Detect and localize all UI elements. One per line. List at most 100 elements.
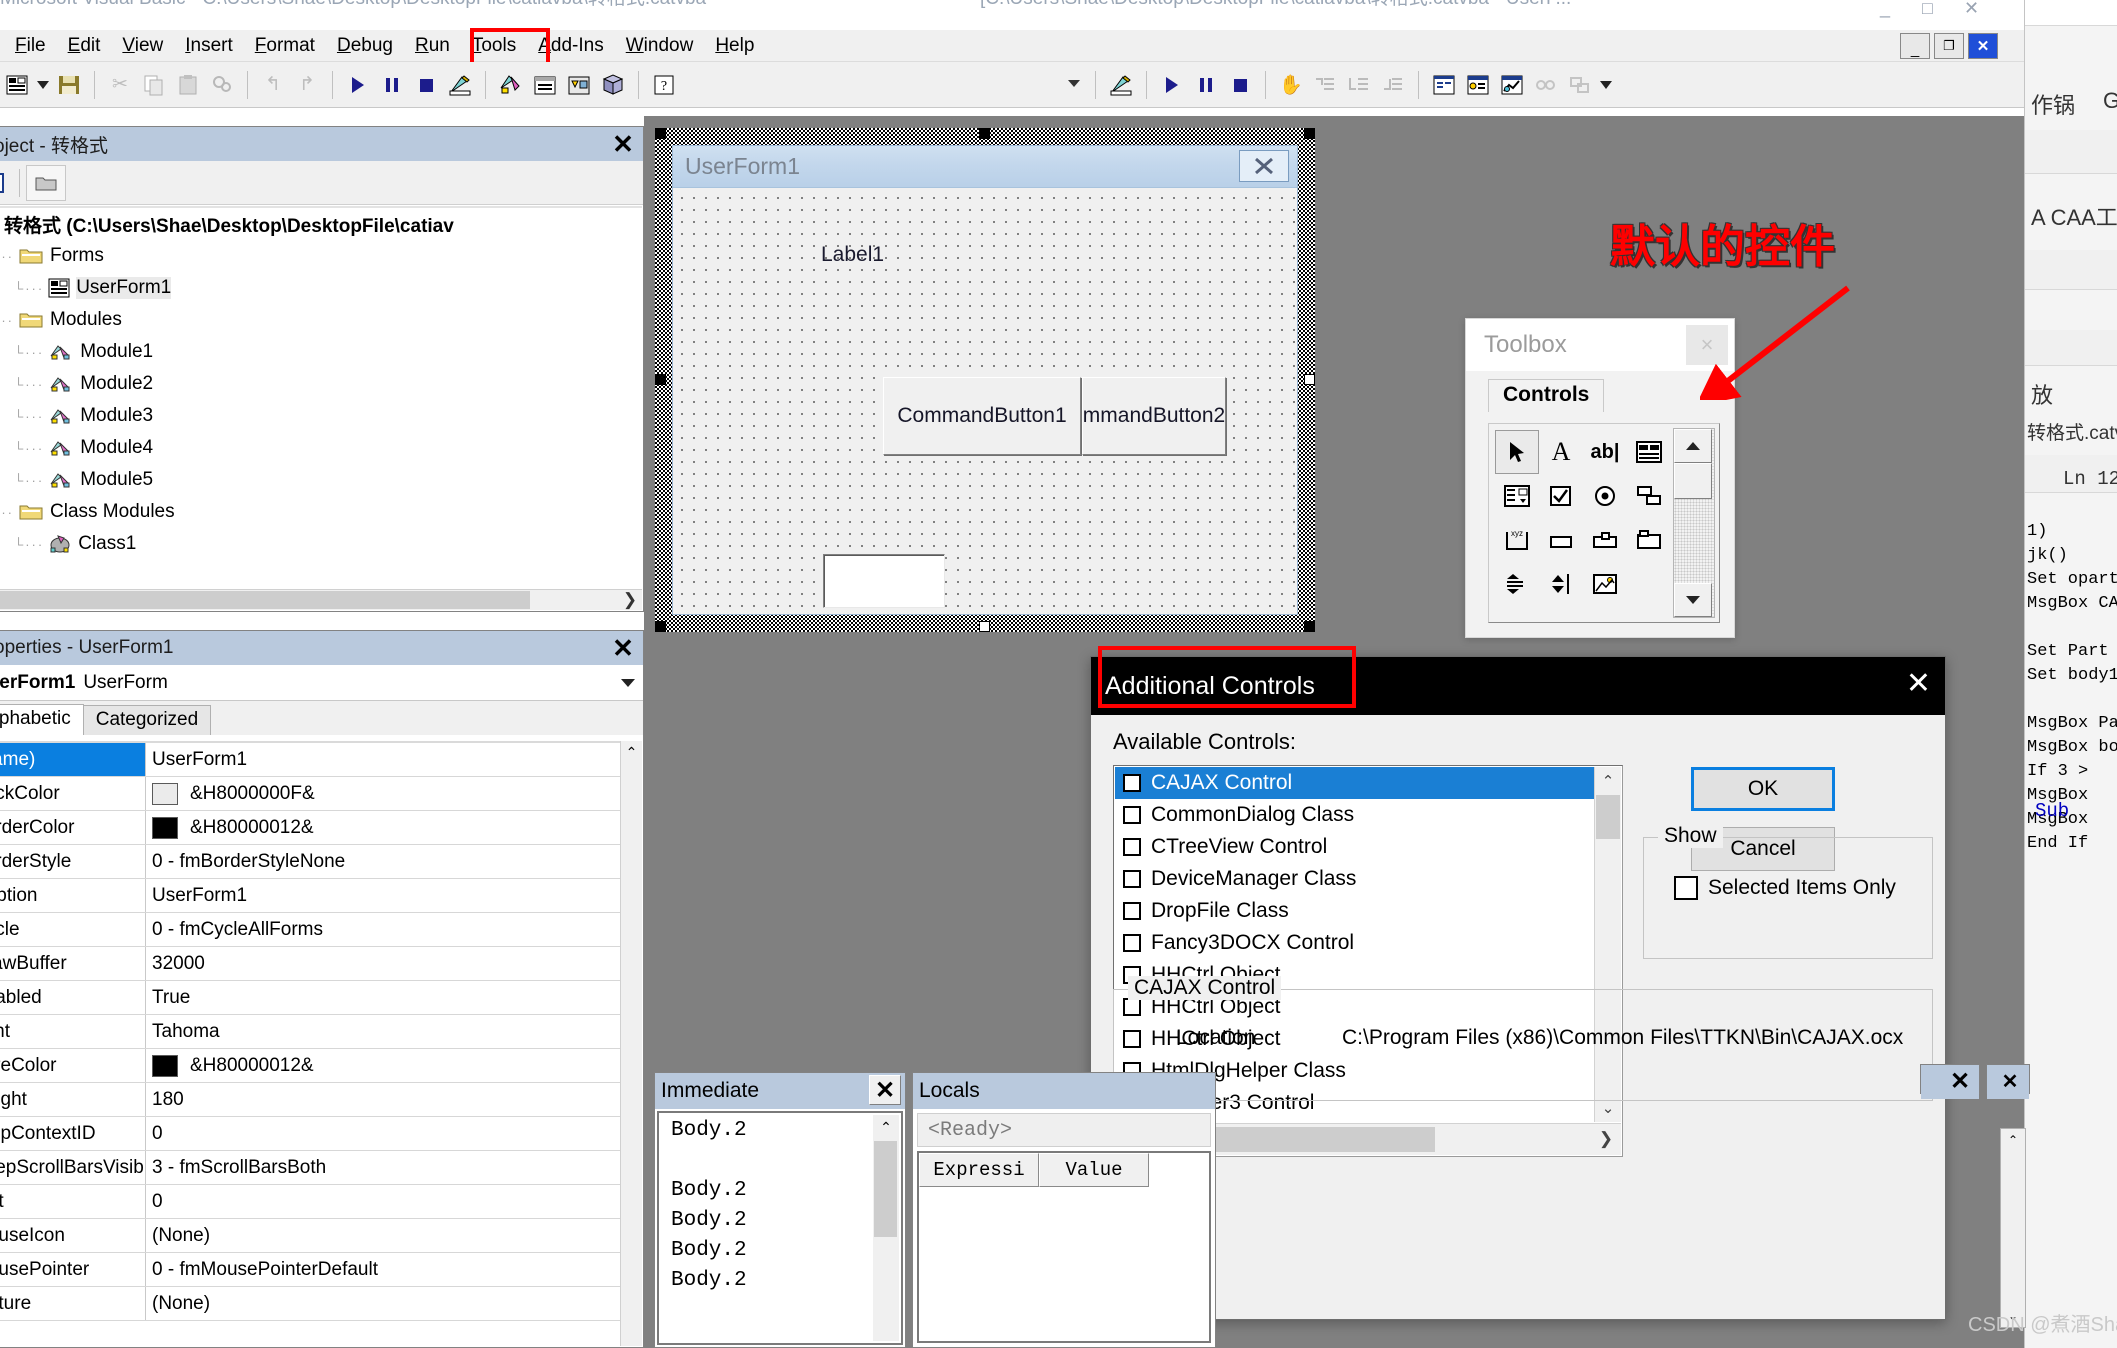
find-icon[interactable] xyxy=(205,69,239,101)
menu-item-file[interactable]: File xyxy=(4,33,57,59)
checkbox-icon[interactable] xyxy=(1674,876,1698,900)
menu-item-insert[interactable]: Insert xyxy=(174,33,244,59)
available-control-item[interactable]: DeviceManager Class xyxy=(1115,863,1594,895)
frame-icon[interactable]: xyz xyxy=(1495,518,1539,562)
project-root-node[interactable]: 转格式 (C:\Users\Shae\Desktop\DesktopFile\c… xyxy=(0,208,642,240)
commandbutton1-control[interactable]: CommandButton1 xyxy=(883,377,1081,455)
tab-categorized[interactable]: Categorized xyxy=(82,705,212,735)
design-mode-icon[interactable] xyxy=(443,69,477,101)
property-row[interactable]: Left 0 xyxy=(0,1185,642,1219)
property-row[interactable]: DrawBuffer 32000 xyxy=(0,947,642,981)
tree-node-module1[interactable]: └··· Module1 xyxy=(0,336,642,368)
listbox-scroll-right-icon[interactable]: ❯ xyxy=(1591,1124,1621,1154)
properties-window-icon[interactable] xyxy=(528,69,562,101)
call-stack-icon[interactable] xyxy=(1563,69,1597,101)
locals-grid[interactable]: Expressi Value xyxy=(917,1151,1211,1343)
image-icon[interactable] xyxy=(1583,562,1627,606)
property-row[interactable]: BackColor&H8000000F& xyxy=(0,777,642,811)
item-checkbox[interactable] xyxy=(1123,870,1141,888)
project-explorer-icon[interactable] xyxy=(494,69,528,101)
commandbutton-icon[interactable] xyxy=(1539,518,1583,562)
textbox-icon[interactable]: ab| xyxy=(1583,430,1627,474)
menu-item-format[interactable]: Format xyxy=(244,33,326,59)
resize-handle-se[interactable] xyxy=(1304,621,1315,632)
select-objects-icon[interactable] xyxy=(1495,430,1539,474)
step-into-icon[interactable] xyxy=(1308,69,1342,101)
tree-node-module4[interactable]: └··· Module4 xyxy=(0,432,642,464)
mdi-minimize-button[interactable]: _ xyxy=(1900,33,1930,59)
resize-handle-sw[interactable] xyxy=(655,621,666,632)
immediate-scroll-up-icon[interactable]: ⌃ xyxy=(873,1115,899,1141)
tree-node-class-modules[interactable]: -···Class Modules xyxy=(0,496,642,528)
hand-icon[interactable]: ✋ xyxy=(1274,69,1308,101)
menu-item-tools[interactable]: Tools xyxy=(461,33,527,59)
item-checkbox[interactable] xyxy=(1123,934,1141,952)
dropdown2-icon[interactable] xyxy=(1597,69,1615,101)
available-control-item[interactable]: CommonDialog Class xyxy=(1115,799,1594,831)
bg-window-fragment-2-close[interactable]: ✕ xyxy=(1995,1067,2025,1095)
maximize-button[interactable]: □ xyxy=(1922,0,1933,19)
optionbutton-icon[interactable] xyxy=(1583,474,1627,518)
property-row[interactable]: Cycle 0 - fmCycleAllForms xyxy=(0,913,642,947)
immediate-vscroll-thumb[interactable] xyxy=(874,1141,897,1237)
immediate-close-button[interactable]: ✕ xyxy=(869,1075,901,1105)
bg-scroll-up-icon[interactable]: ⌃ xyxy=(2003,1131,2023,1149)
undo-icon[interactable]: ↰ xyxy=(256,69,290,101)
mdi-close-button[interactable]: ✕ xyxy=(1968,33,1998,59)
quick-watch-icon[interactable] xyxy=(1529,69,1563,101)
toolbox-icon[interactable] xyxy=(596,69,630,101)
userform-canvas[interactable]: Label1 CommandButton1 mmandButton2 xyxy=(673,189,1297,614)
immediate-vscrollbar[interactable]: ⌃ xyxy=(873,1115,899,1341)
checkbox-icon[interactable] xyxy=(1539,474,1583,518)
property-row[interactable]: Caption UserForm1 xyxy=(0,879,642,913)
property-row[interactable]: (Name) UserForm1 xyxy=(0,743,642,777)
commandbutton2-control[interactable]: mmandButton2 xyxy=(1082,377,1226,455)
tree-node-module3[interactable]: └··· Module3 xyxy=(0,400,642,432)
project-explorer-close-button[interactable]: ✕ xyxy=(609,129,637,159)
tab-alphabetic[interactable]: Alphabetic xyxy=(0,704,84,735)
selected-items-only-checkbox[interactable]: Selected Items Only xyxy=(1674,876,1896,900)
toolbox-scroll-up-icon[interactable] xyxy=(1674,429,1712,463)
toolbox-tab-controls[interactable]: Controls xyxy=(1488,379,1605,412)
available-control-item[interactable]: CTreeView Control xyxy=(1115,831,1594,863)
bg-vscrollbar[interactable]: ⌃ ⌄ xyxy=(2000,1128,2026,1328)
tree-node-class1[interactable]: └··· Class1 xyxy=(0,528,642,560)
close-button[interactable]: ✕ xyxy=(1964,0,1979,19)
project-tree[interactable]: 转格式 (C:\Users\Shae\Desktop\DesktopFile\c… xyxy=(0,206,642,589)
menu-item-debug[interactable]: Debug xyxy=(326,33,404,59)
step-over-icon[interactable] xyxy=(1342,69,1376,101)
run-icon[interactable] xyxy=(341,69,375,101)
userform-close-icon[interactable] xyxy=(1239,150,1289,182)
properties-vscrollbar[interactable]: ⌃ xyxy=(620,741,642,1346)
spinbutton-icon[interactable] xyxy=(1539,562,1583,606)
toggle-folders-icon[interactable] xyxy=(26,164,66,201)
resize-handle-e[interactable] xyxy=(1304,374,1315,385)
property-row[interactable]: BorderColor&H80000012& xyxy=(0,811,642,845)
project-tree-hscrollbar[interactable]: ❯ xyxy=(0,589,642,610)
ok-button[interactable]: OK xyxy=(1691,767,1835,811)
textbox1-control[interactable] xyxy=(823,554,945,608)
item-checkbox[interactable] xyxy=(1123,774,1141,792)
locals-col-value[interactable]: Value xyxy=(1039,1153,1149,1187)
item-checkbox[interactable] xyxy=(1123,806,1141,824)
object-browser-icon[interactable] xyxy=(562,69,596,101)
minimize-button[interactable]: _ xyxy=(1880,0,1890,19)
project-tree-hscroll-thumb[interactable] xyxy=(0,591,530,609)
property-row[interactable]: KeepScrollBarsVisible 3 - fmScrollBarsBot… xyxy=(0,1151,642,1185)
userform-designer[interactable]: UserForm1 Label1 CommandButton1 mmandBut… xyxy=(655,128,1315,632)
resize-handle-w[interactable] xyxy=(655,374,666,385)
save-icon[interactable] xyxy=(52,69,86,101)
property-row[interactable]: BorderStyle 0 - fmBorderStyleNone xyxy=(0,845,642,879)
properties-scroll-up-icon[interactable]: ⌃ xyxy=(621,741,642,763)
view-code-icon[interactable] xyxy=(0,165,13,201)
immediate-text-area[interactable]: Body.2 Body.2 Body.2 Body.2 Body.2 ⌃ xyxy=(657,1111,903,1345)
properties-close-button[interactable]: ✕ xyxy=(609,633,637,663)
menu-item-add-ins[interactable]: Add-Ins xyxy=(527,33,615,59)
property-row[interactable]: MousePointer 0 - fmMousePointerDefault xyxy=(0,1253,642,1287)
locals-col-expression[interactable]: Expressi xyxy=(919,1153,1039,1187)
resize-handle-s[interactable] xyxy=(979,621,990,632)
paste-icon[interactable] xyxy=(171,69,205,101)
dropdown-arrow-icon[interactable] xyxy=(34,69,52,101)
toolbox-scroll-down-icon[interactable] xyxy=(1674,583,1712,617)
toolbox-close-button[interactable]: × xyxy=(1686,325,1728,365)
